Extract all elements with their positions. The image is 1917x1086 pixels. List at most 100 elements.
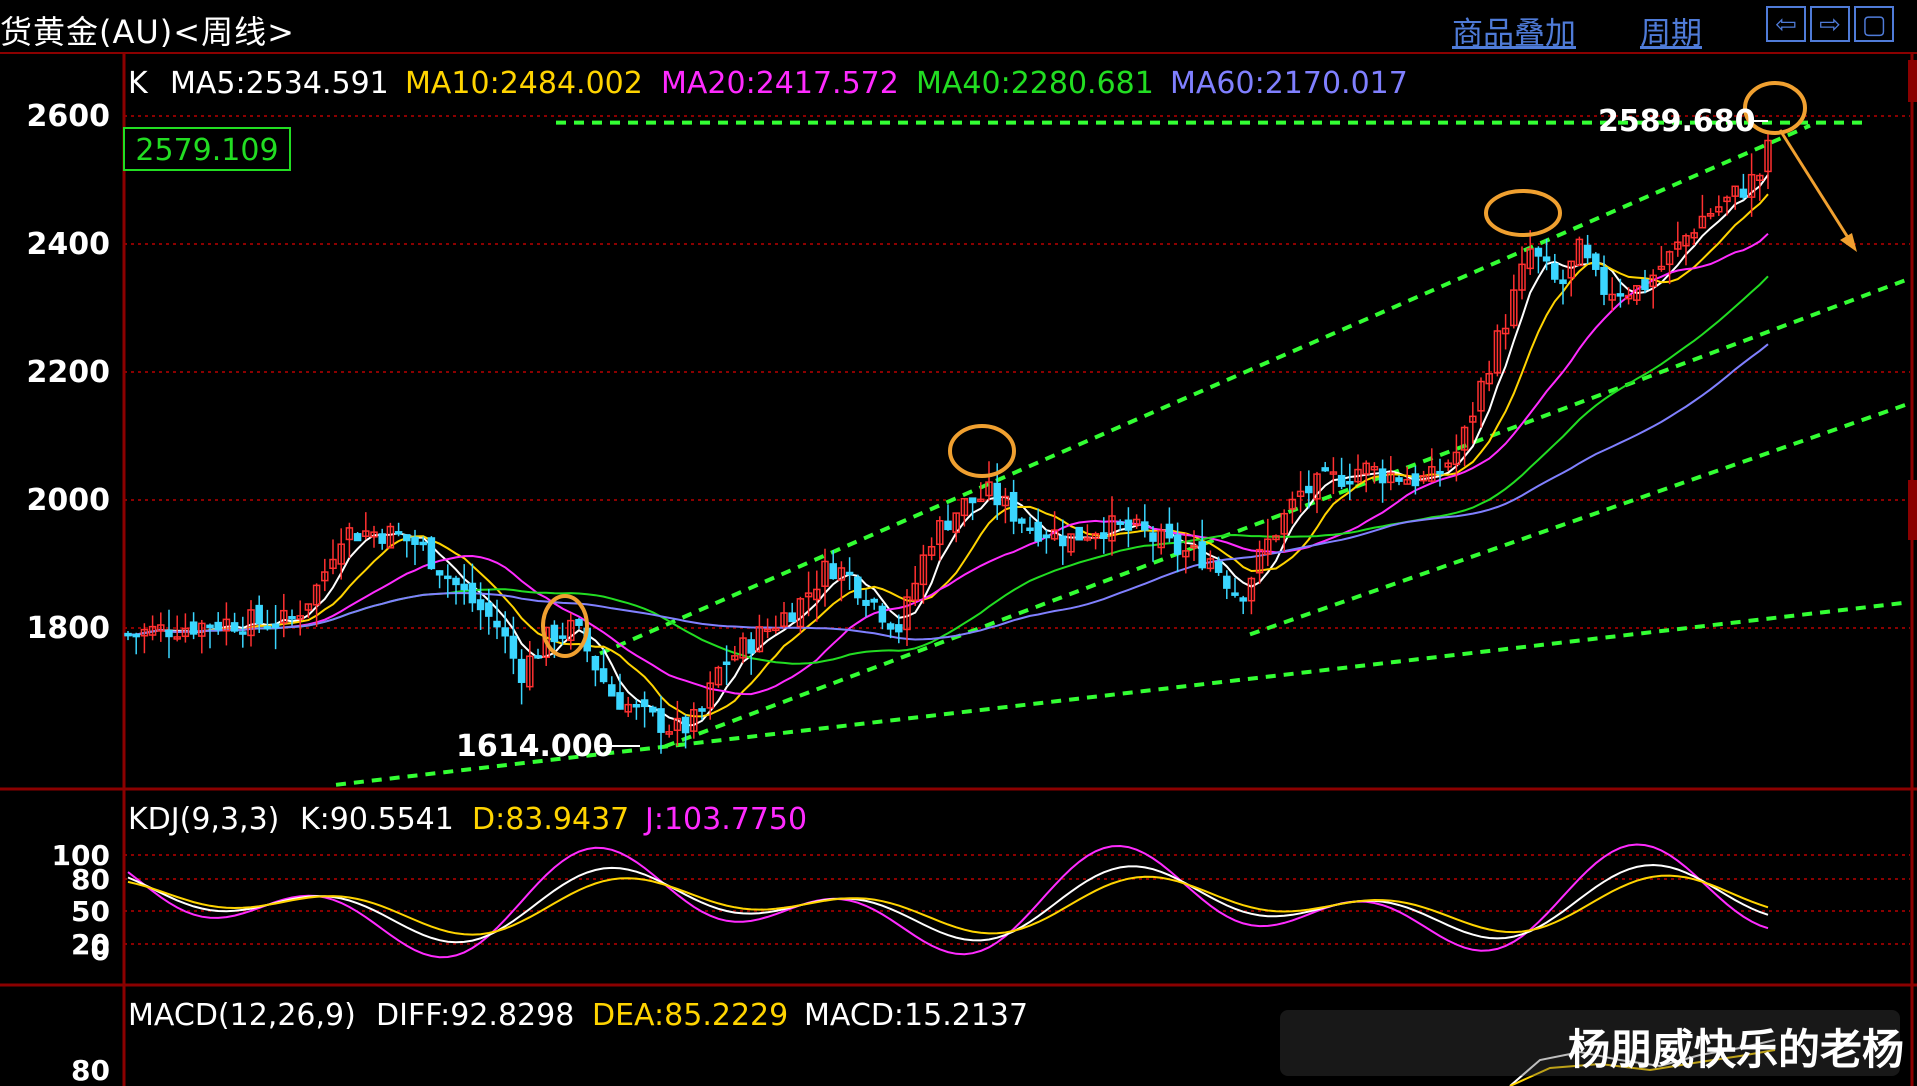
candle-body (132, 633, 140, 638)
candle-body (403, 534, 411, 542)
candle-body (575, 618, 583, 626)
candle-body (895, 624, 903, 633)
candle-body (444, 575, 452, 580)
trendline-4 (1249, 402, 1909, 637)
highlight-circle-1 (541, 594, 589, 658)
candle-body (452, 577, 460, 586)
macd-title: MACD(12,26,9) (128, 998, 356, 1033)
candle-body (1239, 597, 1247, 602)
candle-body (1321, 467, 1329, 472)
candle-body (657, 708, 665, 733)
candle-body (829, 563, 837, 580)
candle-body (632, 703, 641, 708)
candle-body (1395, 477, 1403, 482)
scroll-marker-top[interactable] (1908, 60, 1917, 102)
candle-body (411, 536, 419, 545)
candle-body (435, 570, 444, 576)
k-label: K (128, 66, 149, 101)
candle-body (1378, 468, 1387, 484)
ma5-label: MA5:2534.591 (170, 66, 389, 101)
candle-body (1600, 266, 1608, 295)
ma20-line (128, 232, 1769, 696)
candle-body (288, 616, 296, 620)
macd-diff-label: DIFF:92.8298 (376, 998, 574, 1033)
candle-body (640, 699, 649, 708)
candle-body (599, 668, 608, 683)
watermark-text: 杨朋威快乐的老杨 (1568, 1025, 1905, 1074)
macd-macd-label: MACD:15.2137 (804, 998, 1028, 1033)
ma60-label: MA60:2170.017 (1170, 66, 1408, 101)
macd-dea-label: DEA:85.2229 (592, 998, 788, 1033)
candle-body (1042, 534, 1051, 539)
candle-body (968, 497, 977, 504)
annotations (541, 81, 1857, 658)
kdj-d-line (127, 874, 1769, 936)
kdj-title: KDJ(9,3,3) (128, 802, 279, 837)
candle-body (501, 627, 509, 637)
candle-body (1075, 526, 1083, 541)
candle-body (1616, 293, 1625, 297)
highlight-circle-2 (948, 424, 1016, 478)
forecast-arrowhead (1840, 233, 1857, 252)
current-price-label: 2579.109 (135, 133, 278, 168)
candle-body (1124, 519, 1133, 531)
chart-canvas[interactable]: 2600 2400 2200 2000 1800 100 80 50 20 0 … (0, 0, 1917, 1086)
ma60-line (128, 343, 1769, 641)
candle-body (1223, 575, 1231, 589)
high-price-label: 2589.680 (1598, 104, 1756, 139)
candle-body (493, 620, 501, 628)
scroll-marker-mid[interactable] (1908, 480, 1917, 540)
trendline-2 (599, 123, 1811, 656)
candle-body (944, 520, 952, 531)
y-tick-1800: 1800 (27, 611, 111, 646)
kdj-j-line (127, 843, 1769, 959)
low-price-label: 1614.000 (456, 729, 614, 764)
kdj-j-label: J:103.7750 (643, 802, 807, 837)
candle-body (534, 655, 542, 659)
candle-body (649, 706, 657, 713)
candle-body (353, 533, 362, 542)
candle-body (165, 630, 173, 638)
candle-body (1100, 532, 1108, 540)
candle-body (1141, 521, 1149, 531)
candle-body (862, 599, 870, 606)
kdj-lines (127, 843, 1769, 959)
candle-body (1231, 592, 1239, 596)
candle-body (608, 684, 616, 697)
ma20-label: MA20:2417.572 (661, 66, 899, 101)
candle-body (698, 708, 706, 712)
candle-body (239, 631, 247, 635)
candle-body (214, 621, 222, 631)
candle-body (1411, 473, 1420, 487)
candle-body (1739, 188, 1748, 198)
candle-body (419, 541, 427, 546)
candle-body (550, 624, 559, 643)
candle-body (854, 576, 862, 599)
y-tick-2000: 2000 (27, 483, 111, 518)
candle-body (1551, 263, 1559, 280)
candle-body (1305, 485, 1313, 494)
candle-body (1214, 561, 1223, 573)
kdj-tick-50: 50 (71, 895, 110, 928)
candle-body (1592, 253, 1600, 270)
forecast-arrow (1778, 129, 1854, 245)
candle-body (1542, 256, 1551, 262)
candle-body (1198, 541, 1206, 569)
y-tick-2200: 2200 (27, 355, 111, 390)
candle-body (427, 537, 436, 570)
candle-body (1059, 535, 1067, 547)
candle-body (591, 655, 600, 671)
candle-body (124, 632, 132, 637)
candle-body (394, 531, 403, 535)
candle-body (1165, 523, 1174, 539)
kdj-axis: 100 80 50 20 0 80 (52, 839, 110, 1086)
candle-body (616, 692, 624, 710)
y-tick-2600: 2600 (27, 99, 111, 134)
candle-body (1346, 481, 1354, 485)
candle-body (1534, 247, 1543, 257)
candle-body (189, 621, 198, 635)
trendlines (335, 120, 1909, 787)
candlesticks (124, 131, 1772, 754)
candle-body (558, 635, 567, 639)
macd-tick-80: 80 (71, 1054, 110, 1086)
